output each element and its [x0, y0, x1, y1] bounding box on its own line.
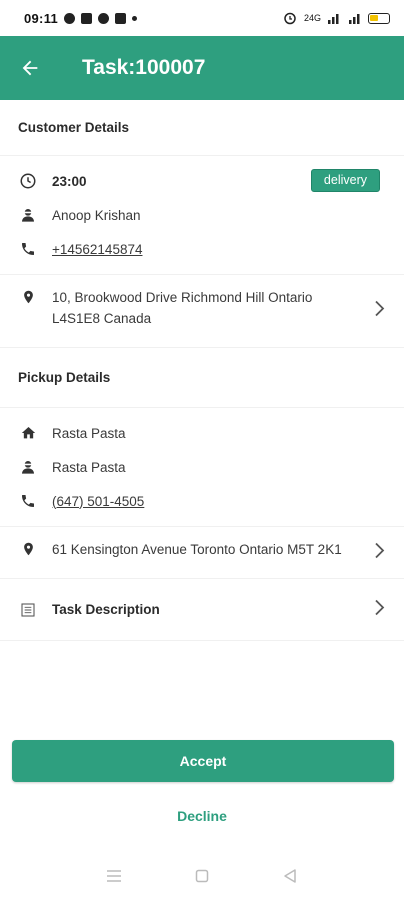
notification-app-icon	[98, 12, 110, 24]
battery-icon	[368, 12, 390, 24]
notification-app-icon	[81, 12, 93, 24]
phone-icon	[18, 493, 38, 509]
pickup-contact-name: Rasta Pasta	[52, 459, 126, 475]
system-nav-bar	[0, 852, 404, 900]
back-button[interactable]	[16, 54, 44, 82]
task-description-label: Task Description	[52, 602, 160, 617]
status-badge: delivery	[310, 169, 380, 192]
signal-icon	[349, 14, 360, 24]
pickup-address: 61 Kensington Avenue Toronto Ontario M5T…	[52, 542, 342, 557]
pickup-contact-row: Rasta Pasta	[0, 450, 404, 484]
chevron-right-icon	[374, 300, 386, 323]
phone-icon	[18, 241, 38, 257]
pickup-phone-link[interactable]: (647) 501-4505	[52, 494, 144, 509]
pickup-section-title: Pickup Details	[0, 348, 404, 408]
whatsapp-icon	[64, 12, 76, 24]
task-description-row[interactable]: Task Description	[0, 579, 404, 641]
person-icon	[18, 459, 38, 475]
chevron-right-icon	[374, 598, 386, 621]
person-icon	[18, 207, 38, 223]
customer-time-row: 23:00 delivery	[0, 164, 404, 198]
network-type-label: 24G	[303, 13, 321, 23]
home-button[interactable]	[190, 864, 214, 888]
home-icon	[18, 425, 38, 441]
more-notifications-icon	[132, 15, 138, 21]
pickup-store-name: Rasta Pasta	[52, 425, 126, 441]
customer-phone-link[interactable]: +14562145874	[52, 242, 142, 257]
back-nav-button[interactable]	[278, 864, 302, 888]
menu-icon	[107, 870, 121, 882]
customer-info: 23:00 delivery Anoop Krishan +1456214587…	[0, 156, 404, 275]
location-pin-icon	[18, 539, 38, 558]
youtube-icon	[115, 12, 127, 24]
pickup-info: Rasta Pasta Rasta Pasta (647) 501-4505	[0, 408, 404, 527]
pickup-address-row[interactable]: 61 Kensington Avenue Toronto Ontario M5T…	[0, 527, 404, 579]
alarm-icon	[284, 12, 296, 25]
location-pin-icon	[18, 287, 38, 306]
triangle-back-icon	[284, 869, 296, 883]
status-bar: 09:11 24G	[0, 0, 404, 36]
customer-name: Anoop Krishan	[52, 207, 141, 223]
decline-button[interactable]: Decline	[0, 800, 404, 832]
customer-address-row[interactable]: 10, Brookwood Drive Richmond Hill Ontari…	[0, 275, 404, 348]
customer-name-row: Anoop Krishan	[0, 198, 404, 232]
pickup-store-row: Rasta Pasta	[0, 416, 404, 450]
customer-phone-row[interactable]: +14562145874	[0, 232, 404, 266]
signal-icon	[328, 14, 339, 24]
page-title: Task:100007	[82, 56, 206, 79]
clock-icon	[18, 172, 38, 190]
app-bar: Task:100007	[0, 36, 404, 100]
arrow-left-icon	[22, 60, 38, 76]
customer-section-title: Customer Details	[0, 100, 404, 156]
customer-address: 10, Brookwood Drive Richmond Hill Ontari…	[52, 290, 313, 326]
status-right: 24G	[283, 11, 390, 25]
status-left: 09:11	[24, 10, 138, 26]
chevron-right-icon	[374, 541, 386, 564]
status-time: 09:11	[24, 10, 59, 26]
square-icon	[195, 869, 209, 883]
pickup-phone-row[interactable]: (647) 501-4505	[0, 484, 404, 518]
list-icon	[18, 602, 38, 618]
recent-apps-button[interactable]	[102, 864, 126, 888]
accept-button[interactable]: Accept	[12, 740, 394, 782]
delivery-time: 23:00	[52, 173, 87, 189]
